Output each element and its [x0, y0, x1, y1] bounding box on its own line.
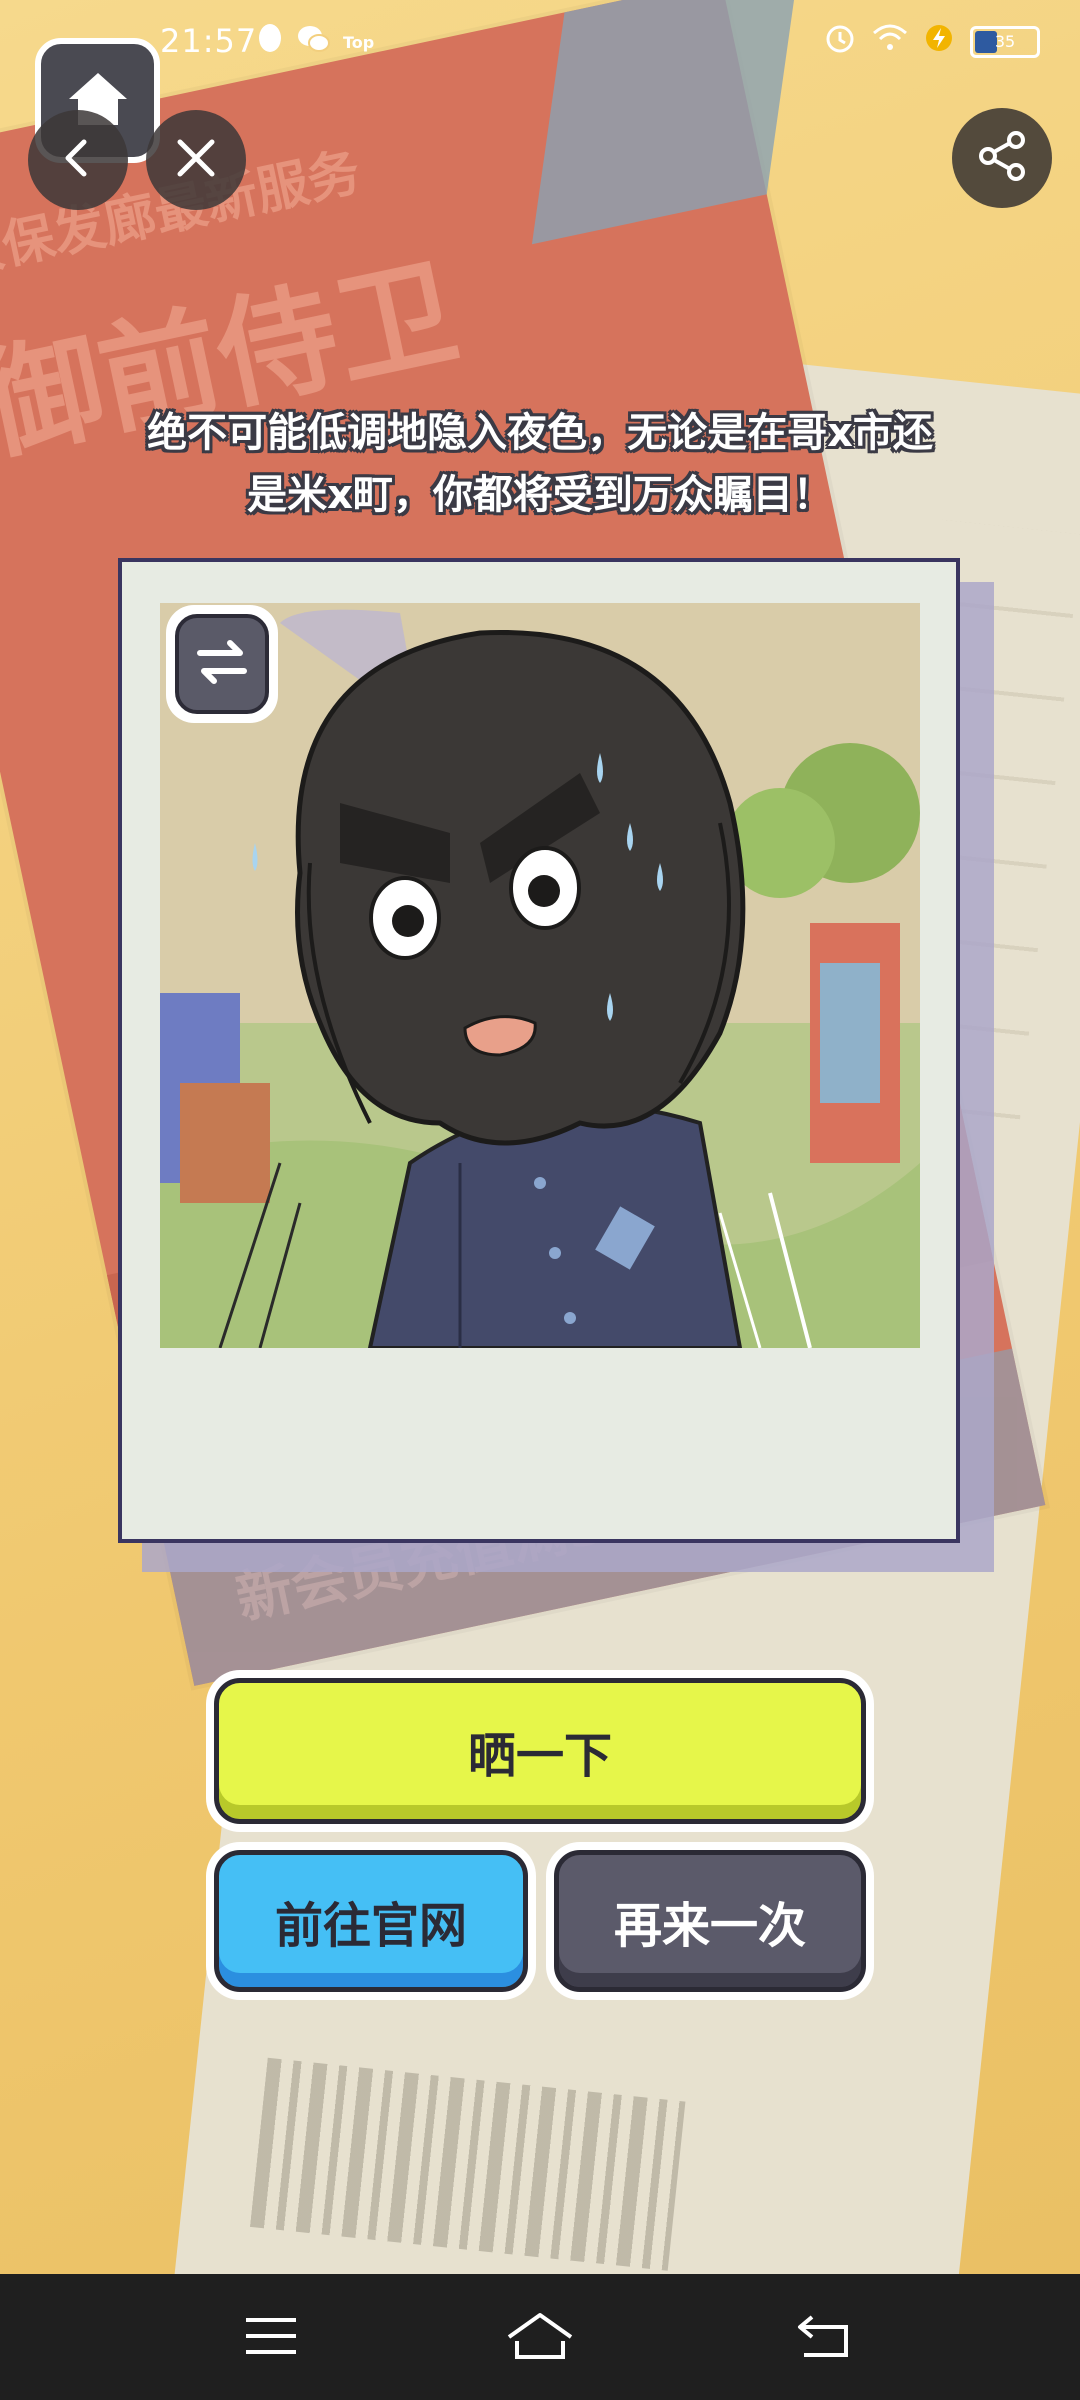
back-button[interactable]: [28, 110, 128, 210]
battery-level: 35: [994, 32, 1016, 51]
official-site-button-label: 前往官网: [274, 1898, 467, 1954]
back-arrow-icon: [796, 2313, 852, 2363]
result-caption: 绝不可能低调地隐入夜色，无论是在哥x市还 是米x町，你都将受到万众瞩目！: [80, 402, 1000, 526]
swap-image-button[interactable]: [166, 605, 278, 723]
wechat-icon: [297, 24, 331, 61]
caption-line-1: 绝不可能低调地隐入夜色，无论是在哥x市还: [147, 410, 933, 456]
receipt-barcode: [249, 2057, 686, 2271]
status-top-label: Top: [343, 33, 375, 52]
swap-button-face: [175, 614, 269, 714]
status-icons-right: 35: [824, 22, 1040, 61]
status-time: 21:57: [160, 22, 258, 60]
close-icon: [174, 136, 218, 184]
official-site-button[interactable]: 前往官网: [214, 1850, 528, 1992]
wifi-icon: [872, 23, 908, 60]
recent-apps-button[interactable]: [241, 2308, 301, 2368]
battery-indicator: 35: [970, 25, 1040, 58]
close-button[interactable]: [146, 110, 246, 210]
show-button-label: 晒一下: [467, 1728, 612, 1784]
chevron-left-icon: [56, 136, 100, 184]
share-icon: [974, 128, 1030, 188]
alarm-icon: [824, 22, 856, 61]
system-back-button[interactable]: [794, 2308, 854, 2368]
swap-arrows-icon: [194, 637, 250, 691]
menu-icon: [244, 2314, 298, 2362]
status-icons-left: Top: [255, 22, 374, 63]
share-button[interactable]: [952, 108, 1052, 208]
play-again-button[interactable]: 再来一次: [554, 1850, 866, 1992]
qq-icon: [255, 22, 285, 63]
charging-icon: [924, 23, 954, 60]
home-outline-icon: [505, 2311, 575, 2365]
system-home-button[interactable]: [507, 2308, 573, 2368]
show-button[interactable]: 晒一下: [214, 1678, 866, 1824]
caption-line-2: 是米x町，你都将受到万众瞩目！: [247, 472, 833, 518]
system-navigation-bar: [0, 2274, 1080, 2400]
play-again-button-label: 再来一次: [613, 1898, 806, 1954]
status-bar: 21:57 Top 35: [0, 0, 1080, 90]
